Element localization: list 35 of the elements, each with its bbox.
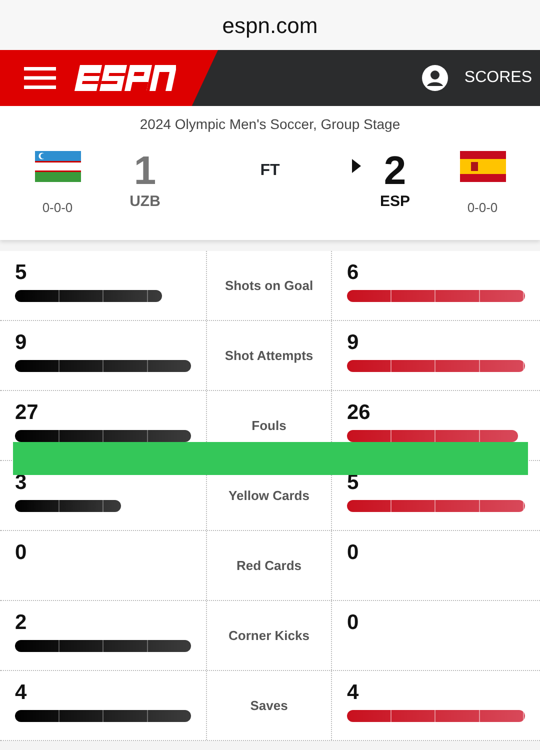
team-score: 2 [384, 151, 406, 191]
stat-label: Red Cards [236, 556, 302, 575]
stat-label: Fouls [252, 416, 286, 435]
user-icon[interactable] [422, 65, 448, 91]
match-status: FT [260, 161, 280, 181]
stat-value: 9 [15, 331, 28, 354]
stat-value: 0 [15, 541, 28, 564]
team-abbr: UZB [130, 192, 160, 212]
record-text: 0-0-0 [42, 199, 73, 217]
stat-value: 6 [347, 261, 360, 284]
menu-icon[interactable] [24, 66, 56, 90]
stat-value: 4 [15, 681, 28, 704]
stat-label: Shots on Goal [224, 276, 314, 295]
stat-label: Saves [250, 696, 288, 715]
address-text: espn.com [222, 12, 318, 40]
stat-value: 0 [347, 541, 360, 564]
stat-value: 2 [15, 611, 28, 634]
flag-icon [460, 151, 506, 182]
team-abbr: ESP [380, 192, 410, 212]
logo-drawing[interactable] [72, 65, 176, 91]
stat-label: Yellow Cards [228, 486, 310, 505]
competition-title: 2024 Olympic Men's Soccer, Group Stage [138, 115, 402, 134]
stat-value: 4 [347, 681, 360, 704]
stat-label: Corner Kicks [228, 626, 310, 645]
stat-value: 5 [15, 261, 28, 284]
record-text: 0-0-0 [467, 199, 498, 217]
flag-icon [34, 151, 80, 182]
stat-value: 9 [347, 331, 360, 354]
scores-link[interactable]: SCORES [464, 66, 532, 90]
team-score: 1 [134, 151, 156, 191]
stat-value: 27 [15, 401, 40, 424]
stat-value: 26 [347, 401, 372, 424]
stat-label: Shot Attempts [224, 346, 314, 365]
stat-value: 0 [347, 611, 360, 634]
stat-value: 3 [15, 471, 28, 494]
